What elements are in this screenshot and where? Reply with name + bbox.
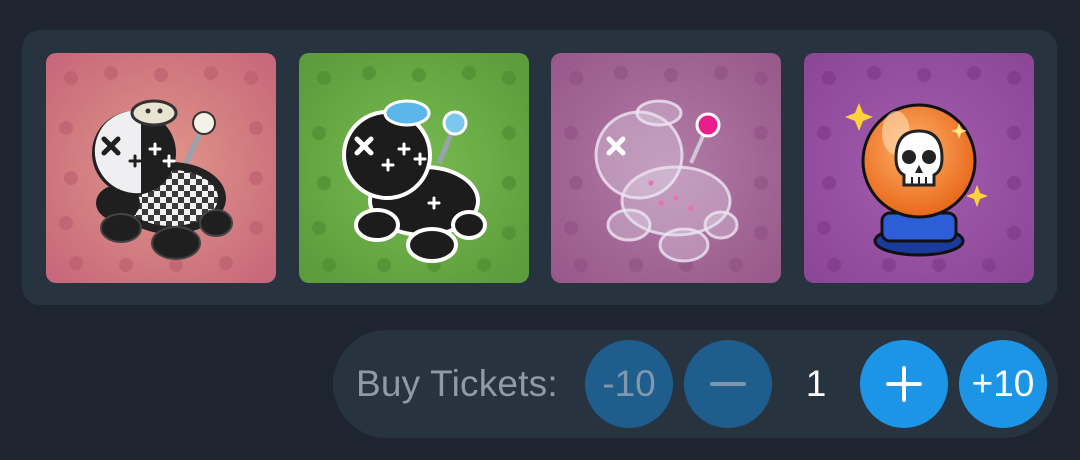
item-gallery — [22, 30, 1057, 305]
minus-10-button[interactable]: -10 — [585, 340, 673, 428]
gallery-item-4[interactable] — [804, 53, 1034, 283]
minus-icon — [710, 382, 746, 386]
voodoo-doll-ghost-icon — [594, 99, 739, 263]
ticket-quantity: 1 — [805, 363, 827, 404]
decrement-button[interactable] — [684, 340, 772, 428]
plus-icon — [886, 366, 922, 402]
gallery-item-2[interactable] — [299, 53, 529, 283]
plus-10-button[interactable]: +10 — [959, 340, 1047, 428]
voodoo-doll-checkered-icon — [92, 99, 233, 260]
minus-10-label: -10 — [602, 363, 656, 404]
buy-tickets-label: Buy Tickets: — [356, 363, 558, 404]
increment-button[interactable] — [860, 340, 948, 428]
plus-10-label: +10 — [971, 363, 1035, 404]
gallery-item-3[interactable] — [551, 53, 781, 283]
gallery-item-1[interactable] — [46, 53, 276, 283]
crystal-ball-skull-icon — [845, 103, 988, 257]
buy-tickets-bar: Buy Tickets: -10 1 +10 — [333, 330, 1058, 438]
voodoo-doll-black-icon — [342, 99, 487, 263]
